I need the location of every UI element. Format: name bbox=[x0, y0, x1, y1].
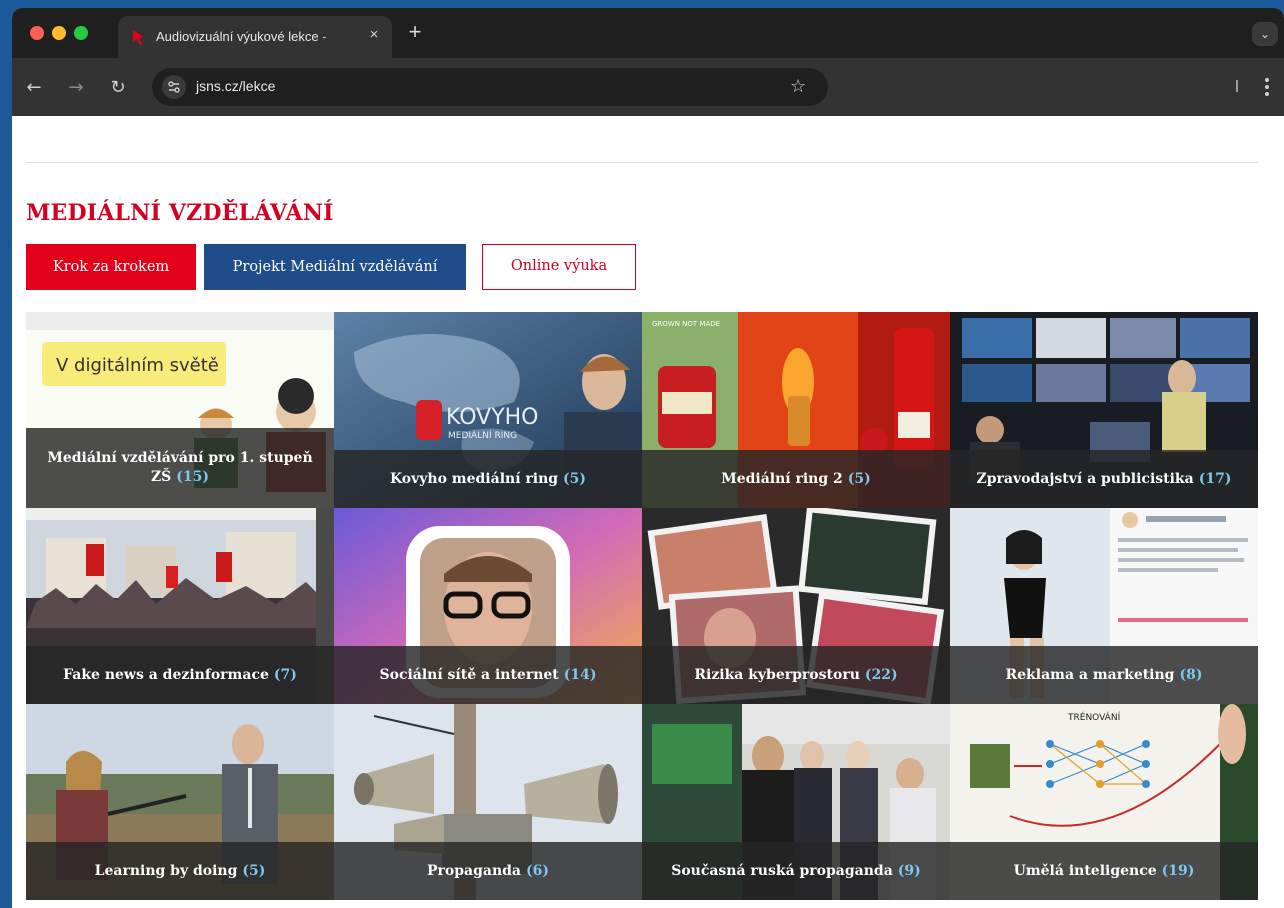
lesson-caption: Současná ruská propaganda (9) bbox=[642, 842, 950, 900]
minimize-window-button[interactable] bbox=[52, 26, 66, 40]
site-favicon-icon bbox=[133, 30, 144, 45]
lesson-tile[interactable]: Sociální sítě a internet (14) bbox=[334, 508, 642, 704]
lesson-title: Mediální ring 2 bbox=[721, 470, 843, 487]
lesson-title: Rizika kyberprostoru bbox=[694, 666, 860, 683]
lesson-title: Fake news a dezinformace bbox=[63, 666, 269, 683]
lesson-count: (6) bbox=[526, 862, 549, 879]
tab-search-button[interactable]: ⌄ bbox=[1252, 22, 1278, 46]
lesson-count: (5) bbox=[242, 862, 266, 879]
lesson-title: Reklama a marketing bbox=[1005, 666, 1175, 683]
lesson-title: Kovyho mediální ring bbox=[389, 470, 559, 487]
thumb-logo-text: KOVYHO bbox=[446, 405, 539, 430]
browser-window: Audiovizuální výukové lekce - × + ⌄ ← → … bbox=[12, 8, 1284, 908]
lesson-tile[interactable]: TRÉNOVÁNÍ Umělá inteligence (19) bbox=[950, 704, 1258, 900]
online-learning-button[interactable]: Online výuka bbox=[482, 244, 636, 290]
lesson-count: (17) bbox=[1198, 470, 1232, 487]
back-button[interactable]: ← bbox=[22, 76, 46, 100]
lesson-caption: Fake news a dezinformace (7) bbox=[26, 646, 334, 704]
lesson-title: Zpravodajství a publicistika bbox=[976, 470, 1194, 487]
lesson-caption: Mediální ring 2 (5) bbox=[642, 450, 950, 508]
lesson-tile[interactable]: Současná ruská propaganda (9) bbox=[642, 704, 950, 900]
thumb-caption-text: V digitálním světě bbox=[56, 355, 219, 376]
page-content: MEDIÁLNÍ VZDĚLÁVÁNÍ Krok za krokem Proje… bbox=[12, 116, 1284, 908]
address-bar[interactable]: jsns.cz/lekce ☆ bbox=[152, 68, 828, 106]
lesson-caption: Kovyho mediální ring (5) bbox=[334, 450, 642, 508]
thumb-board-text: TRÉNOVÁNÍ bbox=[1067, 711, 1121, 723]
lesson-title: Sociální sítě a internet bbox=[379, 666, 559, 683]
lesson-tile[interactable]: Rizika kyberprostoru (22) bbox=[642, 508, 950, 704]
project-media-education-button[interactable]: Projekt Mediální vzdělávání bbox=[204, 244, 466, 290]
tab-close-icon[interactable]: × bbox=[364, 25, 384, 45]
thumb-logo-sub: MEDIÁLNÍ RING bbox=[448, 429, 517, 441]
step-by-step-button[interactable]: Krok za krokem bbox=[26, 244, 196, 290]
lesson-caption: Reklama a marketing (8) bbox=[950, 646, 1258, 704]
lesson-count: (19) bbox=[1161, 862, 1195, 879]
lesson-title: Umělá inteligence bbox=[1013, 862, 1157, 879]
url-text: jsns.cz/lekce bbox=[196, 78, 276, 94]
divider bbox=[26, 162, 1258, 163]
lesson-count: (5) bbox=[563, 470, 587, 487]
new-tab-button[interactable]: + bbox=[404, 21, 426, 44]
bookmark-star-icon[interactable]: ☆ bbox=[790, 76, 806, 98]
section-heading: MEDIÁLNÍ VZDĚLÁVÁNÍ bbox=[26, 200, 334, 226]
lesson-caption: Sociální sítě a internet (14) bbox=[334, 646, 642, 704]
lesson-tile[interactable]: GROWN NOT MADE Mediální ring 2 (5) bbox=[642, 312, 950, 508]
lesson-tile[interactable]: Reklama a marketing (8) bbox=[950, 508, 1258, 704]
thumb-slogan-text: GROWN NOT MADE bbox=[652, 320, 720, 328]
lesson-tile[interactable]: Learning by doing (5) bbox=[26, 704, 334, 900]
toolbar-divider bbox=[1236, 80, 1238, 92]
lesson-tile[interactable]: Zpravodajství a publicistika (17) bbox=[950, 312, 1258, 508]
forward-button[interactable]: → bbox=[64, 76, 88, 100]
tab-title: Audiovizuální výukové lekce - bbox=[156, 29, 327, 44]
lesson-count: (22) bbox=[864, 666, 898, 683]
lesson-count: (14) bbox=[563, 666, 597, 683]
lesson-caption: Mediální vzdělávání pro 1. stupeň ZŠ (15) bbox=[26, 428, 334, 508]
browser-toolbar: ← → ↻ jsns.cz/lekce ☆ bbox=[12, 58, 1284, 116]
browser-menu-icon[interactable] bbox=[1260, 76, 1274, 100]
lesson-caption: Propaganda (6) bbox=[334, 842, 642, 900]
lesson-title: Propaganda bbox=[426, 862, 521, 879]
lesson-title: Současná ruská propaganda bbox=[671, 862, 893, 879]
lesson-caption: Umělá inteligence (19) bbox=[950, 842, 1258, 900]
close-window-button[interactable] bbox=[30, 26, 44, 40]
lesson-count: (5) bbox=[847, 470, 871, 487]
lesson-title: Learning by doing bbox=[94, 862, 238, 879]
lesson-tile[interactable]: KOVYHO MEDIÁLNÍ RING Kovyho mediální rin… bbox=[334, 312, 642, 508]
lesson-count: (7) bbox=[273, 666, 297, 683]
lesson-caption: Learning by doing (5) bbox=[26, 842, 334, 900]
lesson-count: (9) bbox=[897, 862, 921, 879]
lesson-grid: V digitálním světě Mediální vzdělávání p… bbox=[26, 312, 1259, 900]
reload-button[interactable]: ↻ bbox=[106, 76, 130, 100]
lesson-count: (15) bbox=[176, 469, 210, 485]
site-settings-icon[interactable] bbox=[162, 75, 186, 99]
lesson-tile[interactable]: Propaganda (6) bbox=[334, 704, 642, 900]
lesson-tile[interactable]: V digitálním světě Mediální vzdělávání p… bbox=[26, 312, 334, 508]
lesson-tile[interactable]: Fake news a dezinformace (7) bbox=[26, 508, 334, 704]
tab-strip: Audiovizuální výukové lekce - × + ⌄ bbox=[12, 8, 1284, 58]
lesson-caption: Zpravodajství a publicistika (17) bbox=[950, 450, 1258, 508]
browser-tab[interactable]: Audiovizuální výukové lekce - × bbox=[118, 16, 392, 58]
lesson-count: (8) bbox=[1179, 666, 1203, 683]
lesson-caption: Rizika kyberprostoru (22) bbox=[642, 646, 950, 704]
maximize-window-button[interactable] bbox=[74, 26, 88, 40]
